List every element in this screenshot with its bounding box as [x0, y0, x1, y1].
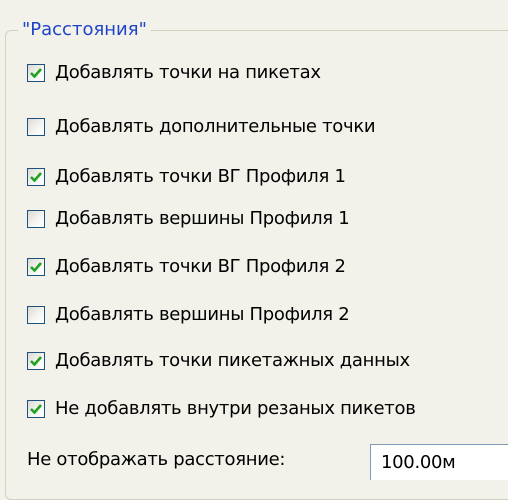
- distance-row: Не отображать расстояние: 100.00м: [27, 444, 508, 480]
- checkbox-label: Добавлять точки ВГ Профиля 1: [55, 166, 346, 187]
- checkbox-label: Не добавлять внутри резаных пикетов: [55, 398, 416, 419]
- checkbox-label: Добавлять дополнительные точки: [55, 116, 376, 137]
- checkbox-icon[interactable]: [27, 168, 45, 186]
- distance-label: Не отображать расстояние:: [27, 449, 286, 470]
- check-mark-icon: [30, 172, 42, 183]
- check-mark-icon: [30, 356, 42, 367]
- checkbox-add-extra-points[interactable]: Добавлять дополнительные точки: [27, 114, 376, 140]
- checkbox-icon[interactable]: [27, 118, 45, 136]
- checkbox-label: Добавлять точки на пикетах: [55, 62, 321, 83]
- checkbox-icon[interactable]: [27, 400, 45, 418]
- checkbox-add-vg-points-profile-2[interactable]: Добавлять точки ВГ Профиля 2: [27, 254, 346, 280]
- group-title: "Расстояния": [18, 17, 151, 43]
- checkbox-label: Добавлять точки ВГ Профиля 2: [55, 256, 346, 277]
- check-mark-icon: [30, 404, 42, 415]
- checkbox-add-vertices-profile-2[interactable]: Добавлять вершины Профиля 2: [27, 302, 350, 328]
- checkbox-icon[interactable]: [27, 306, 45, 324]
- checkbox-label: Добавлять точки пикетажных данных: [55, 350, 410, 371]
- checkbox-skip-inside-cut-pickets[interactable]: Не добавлять внутри резаных пикетов: [27, 396, 416, 422]
- checkbox-label: Добавлять вершины Профиля 1: [55, 208, 350, 229]
- checkbox-icon[interactable]: [27, 210, 45, 228]
- checkbox-add-points-on-pickets[interactable]: Добавлять точки на пикетах: [27, 60, 321, 86]
- checkbox-add-vg-points-profile-1[interactable]: Добавлять точки ВГ Профиля 1: [27, 164, 346, 190]
- checkbox-label: Добавлять вершины Профиля 2: [55, 304, 350, 325]
- checkbox-icon[interactable]: [27, 352, 45, 370]
- checkbox-icon[interactable]: [27, 258, 45, 276]
- distance-input[interactable]: 100.00м: [370, 444, 508, 480]
- checkbox-add-vertices-profile-1[interactable]: Добавлять вершины Профиля 1: [27, 206, 350, 232]
- check-mark-icon: [30, 262, 42, 273]
- checkbox-icon[interactable]: [27, 64, 45, 82]
- check-mark-icon: [30, 68, 42, 79]
- checkbox-add-picket-data-points[interactable]: Добавлять точки пикетажных данных: [27, 348, 410, 374]
